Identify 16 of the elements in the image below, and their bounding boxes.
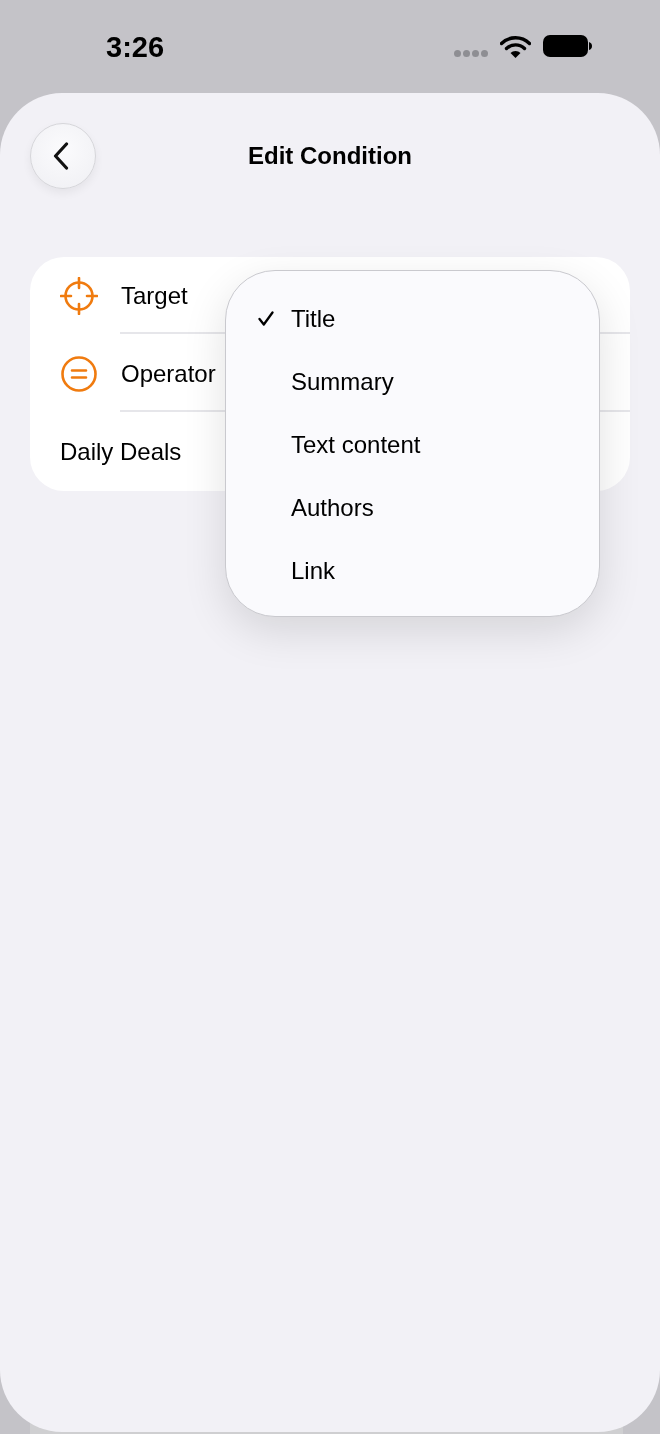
menu-item[interactable]: Authors [226, 476, 599, 539]
crosshair-icon [60, 277, 98, 315]
value-field[interactable]: Daily Deals [60, 437, 192, 467]
equals-circle-icon [60, 355, 98, 393]
signal-icon [454, 49, 488, 57]
row-label: Operator [121, 359, 216, 389]
menu-item[interactable]: Summary [226, 350, 599, 413]
battery-icon [543, 35, 592, 57]
chevron-left-icon [53, 142, 69, 170]
row-label: Target [121, 281, 188, 311]
menu-item[interactable]: Link [226, 539, 599, 602]
menu-item[interactable]: Title [226, 287, 599, 350]
status-time: 3:26 [106, 30, 165, 64]
menu-item[interactable]: Text content [226, 413, 599, 476]
wifi-icon [500, 34, 531, 58]
page-title: Edit Condition [248, 141, 412, 171]
